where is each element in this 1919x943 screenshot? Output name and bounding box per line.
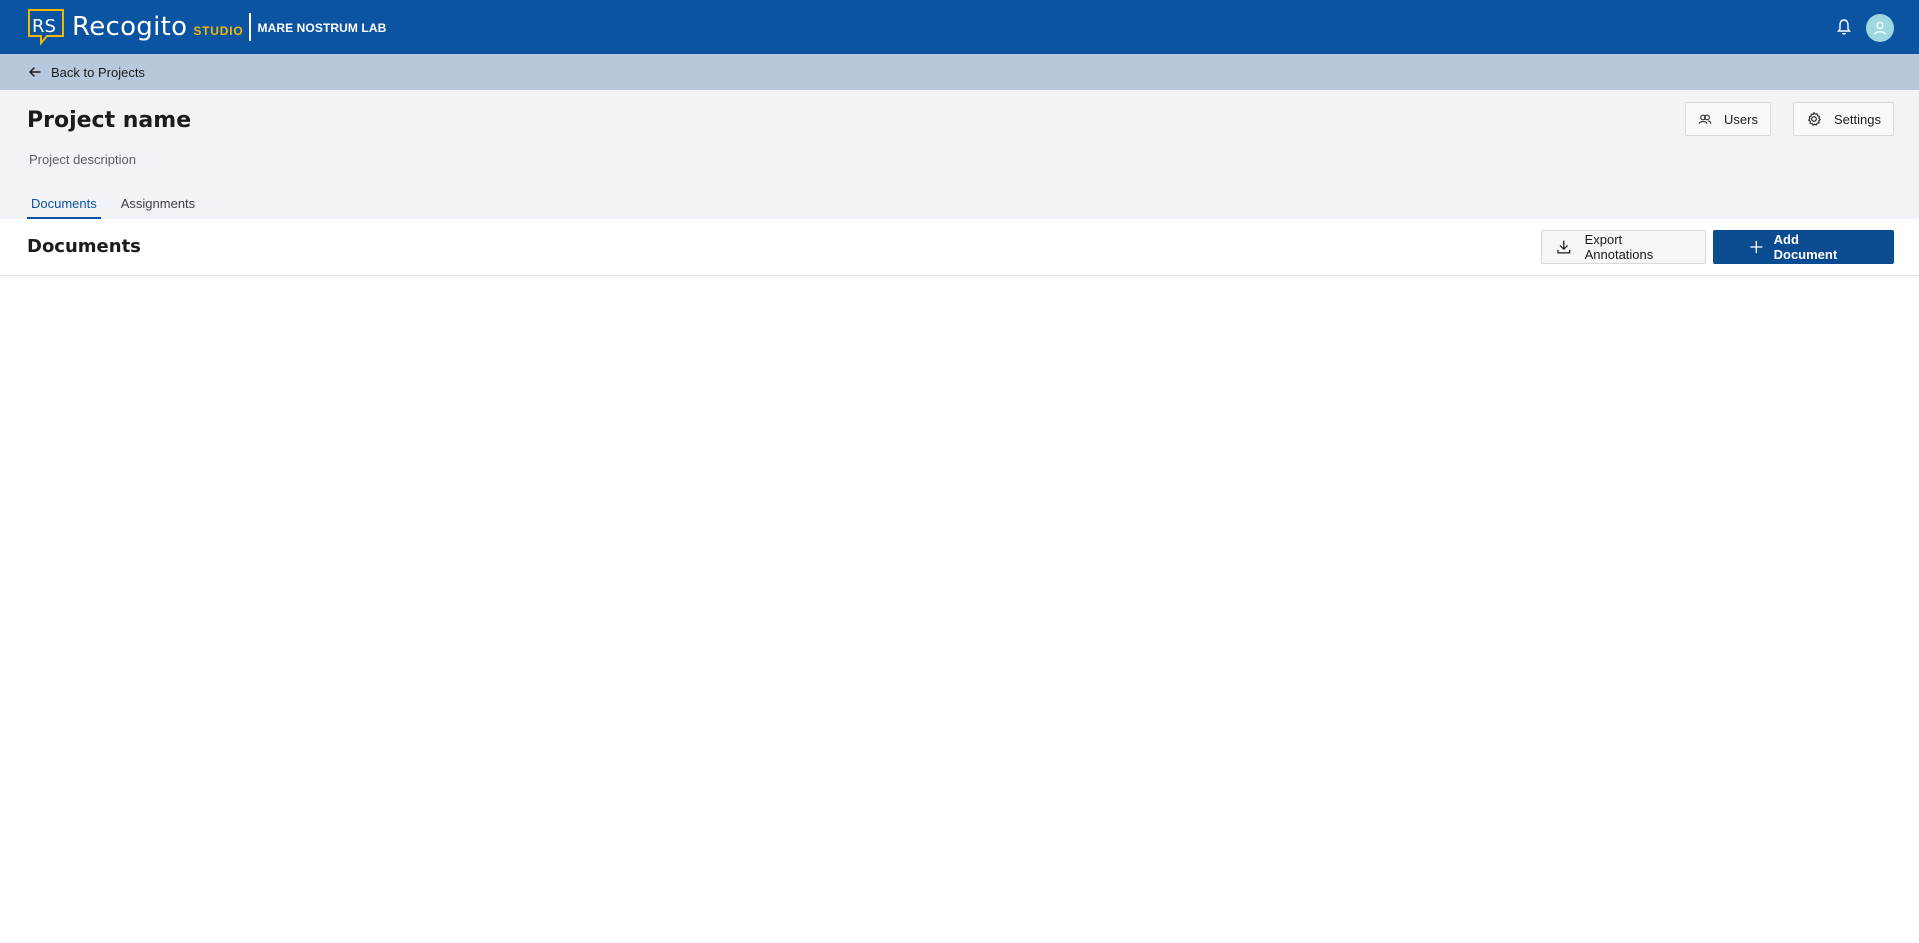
project-description: Project description: [29, 152, 136, 167]
back-navigation-bar: Back to Projects: [0, 54, 1919, 90]
user-icon: [1873, 21, 1887, 35]
export-annotations-button[interactable]: Export Annotations: [1541, 230, 1706, 264]
download-icon: [1557, 240, 1571, 254]
users-icon: [1698, 114, 1712, 124]
brand-separator: [249, 13, 252, 41]
brand-logo[interactable]: RS Recogito STUDIO MARE NOSTRUM LAB: [27, 8, 386, 46]
documents-heading: Documents: [27, 236, 141, 257]
bell-icon[interactable]: [1836, 18, 1852, 36]
users-button-label: Users: [1724, 111, 1758, 127]
recogito-logo-icon: RS: [28, 9, 64, 46]
brand-name: Recogito: [72, 12, 188, 42]
top-navigation-bar: RS Recogito STUDIO MARE NOSTRUM LAB: [0, 0, 1919, 54]
back-to-projects-label: Back to Projects: [51, 64, 145, 80]
project-title: Project name: [27, 108, 192, 133]
add-document-button[interactable]: Add Document: [1713, 230, 1894, 264]
gear-icon: [1808, 112, 1821, 126]
add-document-label: Add Document: [1773, 232, 1838, 262]
organization-name: MARE NOSTRUM LAB: [257, 21, 387, 35]
settings-button[interactable]: Settings: [1793, 102, 1894, 136]
project-header: Project name Project description Documen…: [0, 90, 1919, 219]
project-tabs: Documents Assignments: [27, 190, 215, 219]
export-annotations-label: Export Annotations: [1584, 232, 1654, 262]
plus-icon: [1750, 240, 1763, 254]
tab-documents[interactable]: Documents: [27, 190, 101, 219]
svg-text:RS: RS: [32, 16, 56, 37]
users-button[interactable]: Users: [1685, 102, 1771, 136]
settings-button-label: Settings: [1834, 111, 1881, 127]
brand-studio-label: STUDIO: [193, 24, 244, 38]
tab-assignments[interactable]: Assignments: [117, 190, 199, 219]
back-to-projects-link[interactable]: Back to Projects: [27, 54, 145, 90]
documents-toolbar: Documents Export Annotations Add Documen…: [0, 219, 1919, 276]
user-avatar[interactable]: [1866, 14, 1894, 42]
arrow-left-icon: [29, 67, 41, 77]
